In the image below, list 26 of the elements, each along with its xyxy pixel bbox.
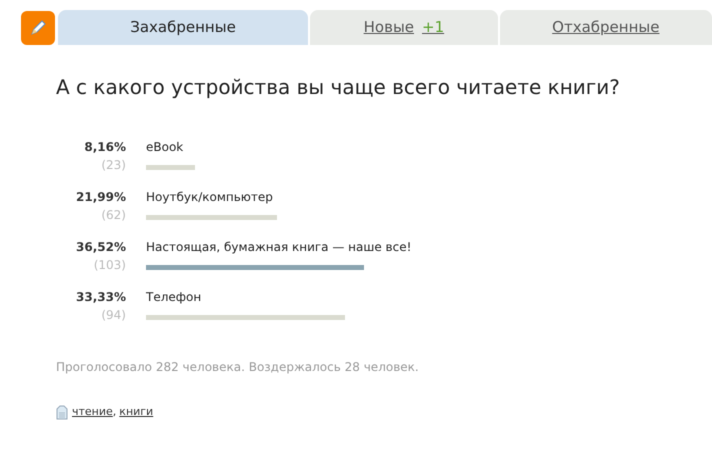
- vote-count: (23): [101, 157, 126, 174]
- vote-count: (103): [94, 257, 126, 274]
- pencil-button[interactable]: [21, 11, 55, 45]
- vote-percent: 8,16%: [84, 139, 126, 156]
- tag-separator: ,: [112, 404, 116, 420]
- option-label: Настоящая, бумажная книга — наше все!: [146, 239, 412, 256]
- tab[interactable]: Отхабренные: [500, 10, 712, 45]
- poll-question: А с какого устройства вы чаще всего читаете книги?: [56, 74, 621, 101]
- tag-icon: [56, 404, 68, 420]
- vote-count: (62): [101, 207, 126, 224]
- tab-label: Новые: [364, 17, 414, 38]
- option-label: Ноутбук/компьютер: [146, 189, 274, 206]
- vote-percent: 21,99%: [76, 189, 126, 206]
- option-label: Телефон: [146, 289, 202, 306]
- tab[interactable]: Захабренные: [58, 10, 308, 45]
- vote-percent: 36,52%: [76, 239, 126, 256]
- tag-link[interactable]: чтение: [72, 404, 113, 420]
- vote-percent: 33,33%: [76, 289, 126, 306]
- tab-label: Отхабренные: [552, 17, 660, 38]
- tab[interactable]: Новые +1: [310, 10, 498, 45]
- tag-link[interactable]: книги: [119, 404, 154, 420]
- vote-count: (94): [101, 307, 126, 324]
- tab-label: Захабренные: [130, 17, 236, 38]
- new-count: +1: [422, 17, 444, 38]
- option-label: eBook: [146, 139, 184, 156]
- poll-summary: Проголосовало 282 человека. Воздержалось 28 человек.: [56, 359, 420, 376]
